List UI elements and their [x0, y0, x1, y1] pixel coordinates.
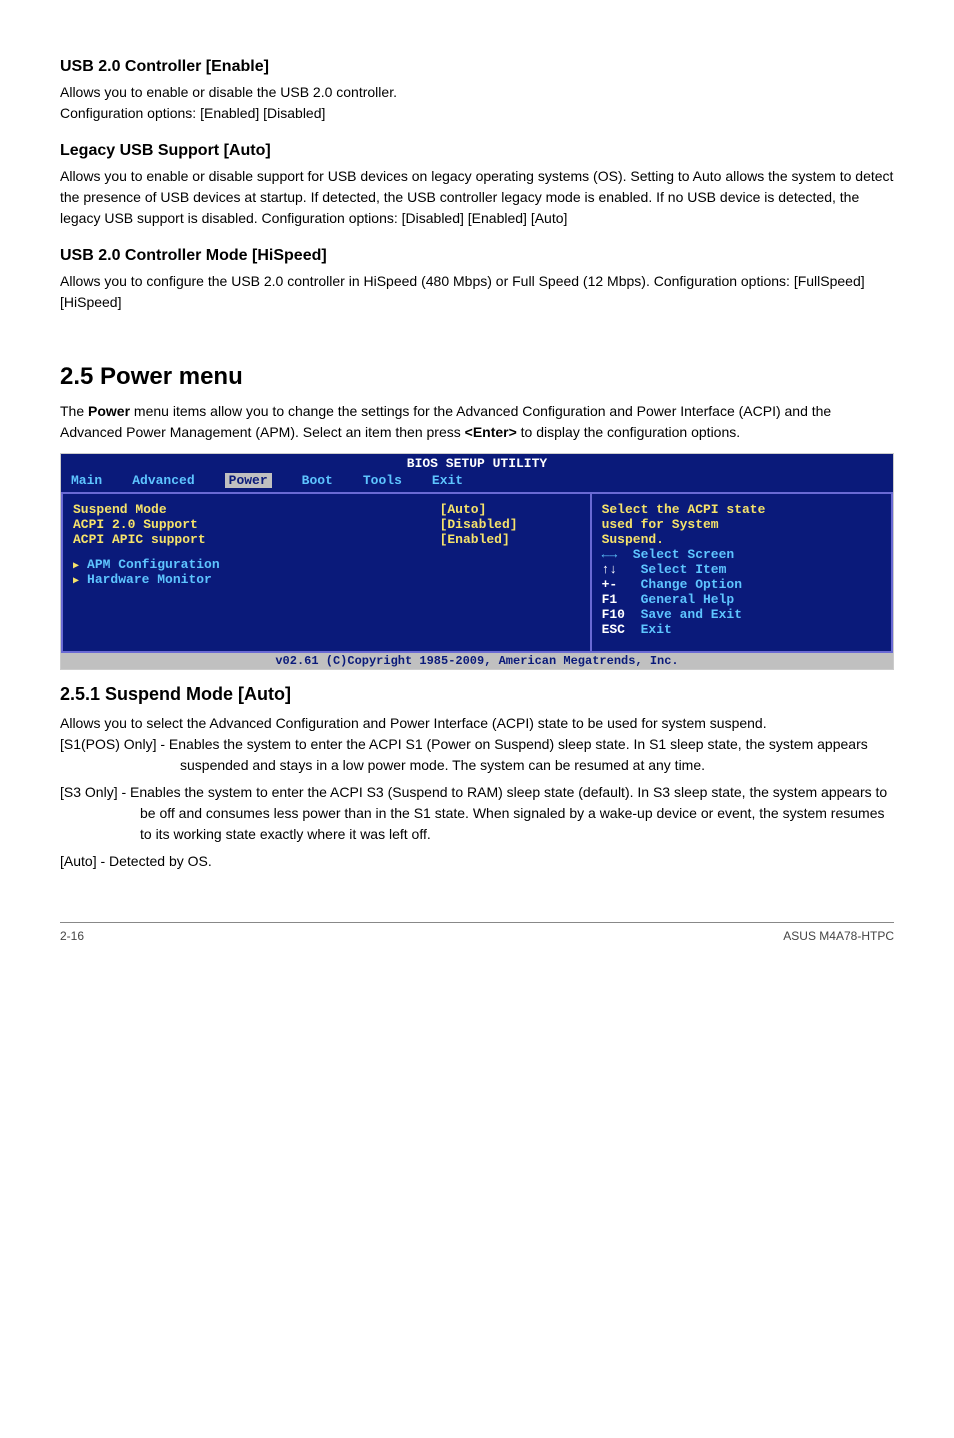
legend-desc-4: Save and Exit: [641, 607, 742, 622]
legacy-usb-heading: Legacy USB Support [Auto]: [60, 142, 894, 160]
usb20-controller-desc1: Allows you to enable or disable the USB …: [60, 82, 894, 103]
help-line1: Select the ACPI state: [602, 502, 883, 517]
bios-footer: v02.61 (C)Copyright 1985-2009, American …: [61, 653, 893, 669]
suspend-s3-desc: [S3 Only] - Enables the system to enter …: [60, 782, 894, 845]
bios-row-suspend[interactable]: Suspend Mode [Auto]: [73, 502, 580, 517]
intro-bold1: Power: [88, 403, 130, 419]
bios-row-acpi20[interactable]: ACPI 2.0 Support [Disabled]: [73, 517, 580, 532]
product-name: ASUS M4A78-HTPC: [783, 929, 894, 943]
bios-menu-boot[interactable]: Boot: [302, 473, 333, 488]
usb20-controller-heading: USB 2.0 Controller [Enable]: [60, 58, 894, 76]
bios-help-text: Select the ACPI state used for System Su…: [602, 502, 883, 547]
suspend-value: [Auto]: [440, 502, 580, 517]
bios-link-apm[interactable]: APM Configuration: [73, 557, 580, 572]
page-footer: 2-16 ASUS M4A78-HTPC: [60, 922, 894, 943]
bios-menu-exit[interactable]: Exit: [432, 473, 463, 488]
legend-desc-5: Exit: [641, 622, 672, 637]
bios-menu-main[interactable]: Main: [71, 473, 102, 488]
page-number: 2-16: [60, 929, 84, 943]
usb20-mode-heading: USB 2.0 Controller Mode [HiSpeed]: [60, 247, 894, 265]
power-menu-intro: The Power menu items allow you to change…: [60, 401, 894, 443]
bios-menu-advanced[interactable]: Advanced: [132, 473, 194, 488]
legend-desc-0: Select Screen: [633, 547, 734, 562]
intro-bold2: <Enter>: [465, 424, 517, 440]
suspend-mode-heading: 2.5.1 Suspend Mode [Auto]: [60, 684, 894, 705]
power-menu-heading: 2.5 Power menu: [60, 363, 894, 391]
acpiapic-value: [Enabled]: [440, 532, 580, 547]
bios-menu-tools[interactable]: Tools: [363, 473, 402, 488]
bios-left-pane: Suspend Mode [Auto] ACPI 2.0 Support [Di…: [61, 494, 592, 653]
legend-key-4: F10: [602, 607, 641, 622]
bios-menu-bar: Main Advanced Power Boot Tools Exit: [61, 471, 893, 492]
usb20-mode-desc: Allows you to configure the USB 2.0 cont…: [60, 271, 894, 313]
acpi20-value: [Disabled]: [440, 517, 580, 532]
legend-key-1: ↑↓: [602, 562, 641, 577]
bios-title: BIOS SETUP UTILITY: [61, 454, 893, 471]
legacy-usb-desc: Allows you to enable or disable support …: [60, 166, 894, 229]
legend-key-3: F1: [602, 592, 641, 607]
legend-desc-3: General Help: [641, 592, 735, 607]
help-line2: used for System: [602, 517, 883, 532]
usb20-controller-desc2: Configuration options: [Enabled] [Disabl…: [60, 103, 894, 124]
legend-desc-1: Select Item: [641, 562, 727, 577]
suspend-s1-desc: [S1(POS) Only] - Enables the system to e…: [60, 734, 894, 776]
bios-menu-power[interactable]: Power: [225, 473, 272, 488]
bios-window: BIOS SETUP UTILITY Main Advanced Power B…: [60, 453, 894, 670]
suspend-auto-desc: [Auto] - Detected by OS.: [60, 851, 894, 872]
help-line3: Suspend.: [602, 532, 883, 547]
acpiapic-label: ACPI APIC support: [73, 532, 440, 547]
bios-legend: ←→ Select Screen ↑↓ Select Item +- Chang…: [602, 547, 883, 643]
suspend-mode-desc: Allows you to select the Advanced Config…: [60, 713, 894, 734]
bios-right-pane: Select the ACPI state used for System Su…: [592, 494, 893, 653]
intro-part1: The: [60, 403, 88, 419]
bios-link-hwmon[interactable]: Hardware Monitor: [73, 572, 580, 587]
intro-part3: to display the configuration options.: [517, 424, 740, 440]
legend-desc-2: Change Option: [641, 577, 742, 592]
acpi20-label: ACPI 2.0 Support: [73, 517, 440, 532]
bios-row-acpiapic[interactable]: ACPI APIC support [Enabled]: [73, 532, 580, 547]
suspend-label: Suspend Mode: [73, 502, 440, 517]
legend-key-0: ←→: [602, 547, 633, 562]
bios-body: Suspend Mode [Auto] ACPI 2.0 Support [Di…: [61, 492, 893, 653]
legend-key-5: ESC: [602, 622, 641, 637]
legend-key-2: +-: [602, 577, 641, 592]
